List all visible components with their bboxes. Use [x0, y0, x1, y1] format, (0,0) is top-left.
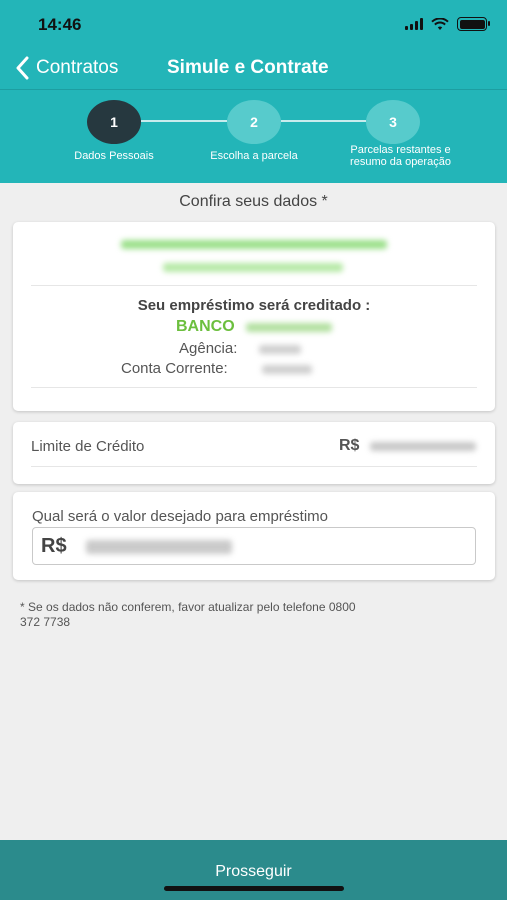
- proceed-button[interactable]: Prosseguir: [0, 863, 507, 881]
- step-3-label: Parcelas restantes e resumo da operação: [323, 144, 478, 168]
- step-3-circle: 3: [366, 100, 420, 144]
- footnote-line2: 372 7738: [20, 615, 71, 629]
- agency-number-redacted: [259, 345, 301, 354]
- credit-limit-value-redacted: [370, 442, 476, 451]
- divider: [31, 285, 477, 286]
- home-indicator: [164, 886, 344, 891]
- credit-limit-card: Limite de Crédito R$: [13, 422, 495, 484]
- status-bar: 14:46: [0, 0, 507, 50]
- credit-limit-label: Limite de Crédito: [31, 438, 145, 455]
- footnote: * Se os dados não conferem, favor atuali…: [20, 600, 490, 630]
- footer: Prosseguir: [0, 840, 507, 900]
- back-label: Contratos: [36, 57, 119, 78]
- credit-limit-currency: R$: [339, 437, 360, 454]
- account-holder-id-redacted: [163, 263, 343, 272]
- step-1-label: Dados Pessoais: [74, 150, 154, 162]
- step-connector: [141, 120, 227, 122]
- step-1-circle: 1: [87, 100, 141, 144]
- divider: [31, 466, 477, 467]
- cellular-signal-icon: [405, 18, 423, 30]
- header: 14:46 Contratos Simule e Contrate 1 2 3: [0, 0, 507, 183]
- nav-bar: Contratos Simule e Contrate: [0, 50, 507, 90]
- account-card: Seu empréstimo será creditado : BANCO Ag…: [13, 222, 495, 411]
- loan-amount-label: Qual será o valor desejado para emprésti…: [32, 508, 328, 525]
- step-2-label: Escolha a parcela: [210, 150, 298, 162]
- status-icons: [405, 17, 490, 31]
- progress-stepper: 1 2 3 Dados Pessoais Escolha a parcela P…: [0, 95, 507, 180]
- page-title: Simule e Contrate: [167, 57, 329, 78]
- footnote-line1: * Se os dados não conferem, favor atuali…: [20, 600, 356, 614]
- battery-icon: [457, 17, 490, 31]
- account-number-redacted: [262, 365, 312, 374]
- step-3-label-line2: resumo da operação: [350, 156, 451, 168]
- loan-amount-card: Qual será o valor desejado para emprésti…: [13, 492, 495, 580]
- bank-label: BANCO: [176, 318, 235, 335]
- status-time: 14:46: [38, 15, 82, 34]
- step-2-circle: 2: [227, 100, 281, 144]
- bank-name-redacted: [246, 323, 332, 332]
- account-holder-name-redacted: [121, 240, 387, 249]
- back-button[interactable]: Contratos: [16, 56, 118, 80]
- divider: [31, 387, 477, 388]
- step-3-label-line1: Parcelas restantes e: [350, 144, 451, 156]
- section-title: Confira seus dados *: [179, 193, 328, 210]
- step-connector: [281, 120, 366, 122]
- credit-heading: Seu empréstimo será creditado :: [137, 297, 371, 314]
- loan-amount-value-redacted: [86, 540, 232, 554]
- agency-label: Agência:: [179, 340, 238, 357]
- chevron-left-icon: [16, 56, 29, 80]
- loan-amount-input[interactable]: R$: [32, 527, 476, 565]
- wifi-icon: [431, 17, 449, 30]
- account-label: Conta Corrente:: [121, 360, 228, 377]
- loan-amount-currency: R$: [41, 535, 67, 557]
